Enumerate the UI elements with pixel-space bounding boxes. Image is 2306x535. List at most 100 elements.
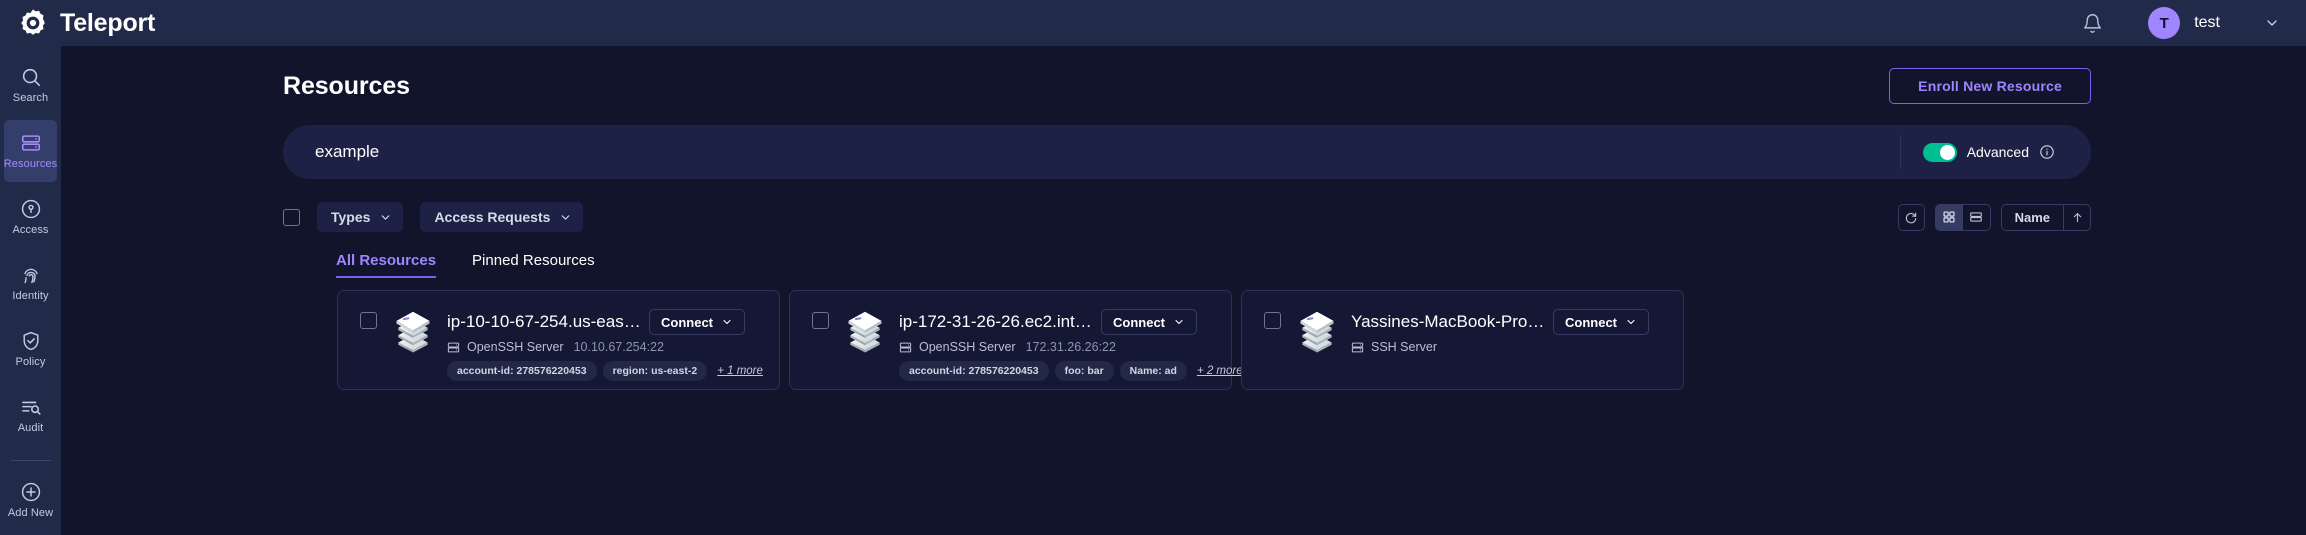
resource-name: ip-10-10-67-254.us-east-...: [447, 312, 642, 331]
brand-logo-link[interactable]: Teleport: [0, 8, 155, 38]
sort-field-button[interactable]: Name: [2002, 205, 2063, 230]
chevron-down-icon: [562, 214, 570, 220]
resource-address: 172.31.26.26:22: [1025, 340, 1116, 354]
resource-label-chip[interactable]: Name: ad: [1119, 361, 1187, 381]
sort-control: Name: [2000, 203, 2091, 231]
tab-all-resources[interactable]: All Resources: [336, 252, 437, 278]
sidebar-item-add-new[interactable]: Add New: [4, 469, 57, 531]
resource-address: 10.10.67.254:22: [573, 340, 664, 354]
page-title: Resources: [283, 71, 410, 100]
notifications-button[interactable]: [2072, 3, 2112, 43]
main-content: Resources Enroll New Resource Advanced T…: [61, 46, 2306, 535]
sidebar-item-label: Add New: [7, 507, 54, 519]
select-all-checkbox[interactable]: [283, 208, 300, 226]
fingerprint-icon: [23, 268, 38, 284]
resource-card-header: ip-10-10-67-254.us-east-... Connect: [447, 309, 779, 335]
resource-card[interactable]: ip-172-31-26-26.ec2.inte... Connect Open…: [789, 290, 1243, 390]
resource-checkbox[interactable]: [812, 312, 829, 329]
resource-meta: SSH Server: [1351, 340, 1683, 354]
grid-view-icon: [1943, 211, 1955, 223]
user-menu-button[interactable]: T test: [2148, 7, 2280, 39]
list-view-button[interactable]: [1963, 205, 1990, 230]
sidebar: Search Resources Access Identity Policy …: [0, 46, 61, 535]
enroll-new-resource-button[interactable]: Enroll New Resource: [1889, 68, 2091, 104]
resource-card-body: ip-172-31-26-26.ec2.inte... Connect Open…: [899, 309, 1243, 389]
resource-checkbox[interactable]: [360, 312, 377, 329]
search-input[interactable]: [283, 125, 1900, 179]
chevron-down-icon: [723, 319, 731, 325]
sidebar-item-resources[interactable]: Resources: [4, 120, 57, 182]
resource-labels: account-id: 278576220453 foo: bar Name: …: [899, 361, 1243, 381]
sidebar-item-label: Access: [12, 224, 49, 236]
server-icon: [899, 342, 912, 352]
resource-labels: account-id: 278576220453 region: us-east…: [447, 361, 779, 381]
server-stack-icon: [848, 311, 882, 353]
connect-label: Connect: [1565, 314, 1617, 330]
resource-card-grid: ip-10-10-67-254.us-east-... Connect Open…: [61, 290, 2306, 390]
resource-label-chip[interactable]: account-id: 278576220453: [447, 361, 597, 381]
resource-meta: OpenSSH Server 172.31.26.26:22: [899, 340, 1231, 354]
connect-button[interactable]: Connect: [1101, 309, 1197, 335]
bell-icon: [2083, 13, 2101, 33]
sidebar-item-label: Identity: [12, 290, 49, 302]
connect-button[interactable]: Connect: [1553, 309, 1649, 335]
sidebar-item-audit[interactable]: Audit: [4, 384, 57, 446]
search-row: Advanced: [61, 125, 2306, 179]
resource-checkbox[interactable]: [1264, 312, 1281, 329]
sidebar-item-policy[interactable]: Policy: [4, 318, 57, 380]
sidebar-item-access[interactable]: Access: [4, 186, 57, 248]
top-bar-right: T test: [2072, 3, 2306, 43]
resource-name: ip-172-31-26-26.ec2.inte...: [899, 312, 1094, 331]
chevron-down-icon: [2264, 15, 2280, 31]
server-stack-icon: [396, 311, 430, 353]
advanced-label: Advanced: [1966, 144, 2029, 160]
resource-card-body: Yassines-MacBook-Pro.l... Connect SSH Se…: [1351, 309, 1683, 389]
search-icon: [22, 68, 40, 87]
user-name: test: [2194, 14, 2220, 31]
resource-card-body: ip-10-10-67-254.us-east-... Connect Open…: [447, 309, 779, 389]
resource-card[interactable]: ip-10-10-67-254.us-east-... Connect Open…: [337, 290, 780, 390]
types-filter-label: Types: [331, 209, 371, 225]
sort-direction-button[interactable]: [2063, 204, 2090, 230]
advanced-search-zone: Advanced: [1899, 135, 2091, 169]
sidebar-divider: [10, 460, 51, 461]
sidebar-item-identity[interactable]: Identity: [4, 252, 57, 314]
page-header: Resources Enroll New Resource: [61, 46, 2306, 104]
lock-circle-icon: [21, 199, 40, 219]
list-search-icon: [21, 401, 41, 415]
types-filter-button[interactable]: Types: [317, 202, 404, 232]
connect-label: Connect: [1113, 314, 1165, 330]
arrow-up-icon: [2073, 212, 2081, 222]
resource-label-chip[interactable]: foo: bar: [1054, 361, 1114, 381]
refresh-button[interactable]: [1897, 203, 1925, 231]
resource-card[interactable]: Yassines-MacBook-Pro.l... Connect SSH Se…: [1241, 290, 1684, 390]
more-labels-link[interactable]: + 2 more: [1197, 365, 1243, 377]
grid-view-button[interactable]: [1935, 204, 1963, 230]
connect-button[interactable]: Connect: [649, 309, 745, 335]
tab-pinned-resources[interactable]: Pinned Resources: [472, 252, 595, 278]
connect-label: Connect: [661, 314, 713, 330]
resource-card-header: Yassines-MacBook-Pro.l... Connect: [1351, 309, 1683, 335]
resource-label-chip[interactable]: account-id: 278576220453: [899, 361, 1049, 381]
teleport-gear-icon: [21, 9, 45, 35]
sidebar-item-label: Policy: [15, 356, 46, 368]
list-view-icon: [1970, 212, 1982, 222]
shield-check-icon: [22, 331, 39, 351]
chevron-down-icon: [1175, 319, 1183, 325]
advanced-toggle[interactable]: [1922, 142, 1957, 162]
resource-label-chip[interactable]: region: us-east-2: [602, 361, 708, 381]
chevron-down-icon: [1627, 319, 1635, 325]
avatar: T: [2148, 7, 2181, 39]
sidebar-item-label: Resources: [3, 158, 58, 170]
resource-kind: OpenSSH Server: [467, 340, 564, 354]
resource-name: Yassines-MacBook-Pro.l...: [1351, 312, 1546, 331]
more-labels-link[interactable]: + 1 more: [717, 365, 763, 377]
sidebar-item-search[interactable]: Search: [4, 54, 57, 116]
chevron-down-icon: [382, 214, 390, 220]
access-requests-filter-button[interactable]: Access Requests: [420, 202, 584, 232]
refresh-icon: [1905, 212, 1917, 224]
filter-row: Types Access Requests Name: [61, 202, 2306, 232]
info-circle-icon[interactable]: [2039, 144, 2055, 160]
server-stack-icon: [1300, 311, 1334, 353]
server-icon: [1351, 342, 1364, 352]
